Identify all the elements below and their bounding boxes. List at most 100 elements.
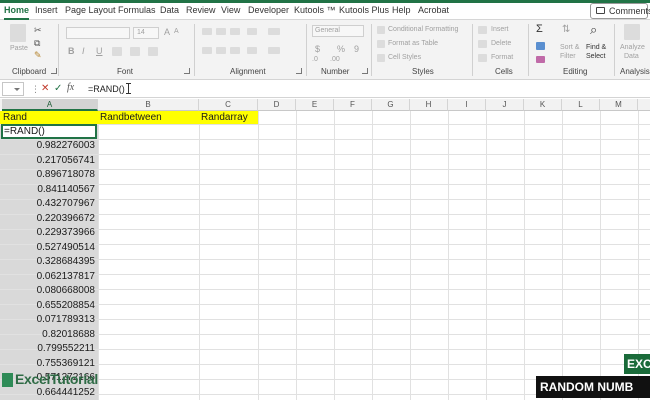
column-header-h[interactable]: H bbox=[410, 99, 448, 111]
header-cell-randbetween[interactable]: Randbetween bbox=[100, 112, 162, 124]
clear-icon[interactable] bbox=[536, 56, 545, 63]
analyze-data-button[interactable]: Analyze bbox=[620, 44, 645, 51]
currency-icon[interactable]: $ bbox=[315, 44, 320, 54]
fill-color-icon[interactable] bbox=[130, 47, 140, 56]
insert-function-icon[interactable]: fx bbox=[67, 83, 74, 93]
value-cell[interactable]: 0.220396672 bbox=[37, 213, 95, 225]
tab-help[interactable]: Help bbox=[392, 5, 411, 19]
value-cell[interactable]: 0.217056741 bbox=[37, 155, 95, 167]
merge-center-icon[interactable] bbox=[268, 47, 280, 54]
find-select-button[interactable]: Find & bbox=[586, 44, 606, 51]
align-right-icon[interactable] bbox=[230, 47, 240, 54]
autosum-icon[interactable]: Σ bbox=[536, 23, 543, 35]
value-cell[interactable]: 0.328684395 bbox=[37, 256, 95, 268]
cell-styles-button[interactable]: Cell Styles bbox=[388, 54, 421, 61]
column-header-k[interactable]: K bbox=[524, 99, 562, 111]
grow-font-icon[interactable]: A bbox=[164, 27, 170, 37]
font-color-icon[interactable] bbox=[148, 47, 158, 56]
align-center-icon[interactable] bbox=[216, 47, 226, 54]
conditional-formatting-button[interactable]: Conditional Formatting bbox=[388, 26, 458, 33]
column-header-e[interactable]: E bbox=[296, 99, 334, 111]
comments-button[interactable]: Comments bbox=[590, 3, 650, 19]
value-cell[interactable]: 0.071789313 bbox=[37, 314, 95, 326]
name-box[interactable] bbox=[2, 82, 24, 96]
value-cell[interactable]: 0.896718078 bbox=[37, 169, 95, 181]
indent-decrease-icon[interactable] bbox=[247, 47, 257, 54]
fill-icon[interactable] bbox=[536, 42, 545, 50]
number-format-select[interactable]: General bbox=[312, 25, 364, 37]
bold-button[interactable]: B bbox=[68, 46, 75, 56]
tab-kutools-plus[interactable]: Kutools Plus bbox=[339, 5, 389, 19]
cancel-formula-icon[interactable]: ✕ bbox=[41, 84, 49, 94]
tab-developer[interactable]: Developer bbox=[248, 5, 289, 19]
value-cell[interactable]: 0.062137817 bbox=[37, 271, 95, 283]
column-header-j[interactable]: J bbox=[486, 99, 524, 111]
header-cell-rand[interactable]: Rand bbox=[3, 112, 27, 124]
borders-icon[interactable] bbox=[112, 47, 122, 56]
value-cell[interactable]: 0.82018688 bbox=[42, 329, 95, 341]
sort-filter-button[interactable]: Sort & bbox=[560, 44, 579, 51]
value-cell[interactable]: 0.432707967 bbox=[37, 198, 95, 210]
align-top-icon[interactable] bbox=[202, 28, 212, 35]
value-cell[interactable]: 0.080668008 bbox=[37, 285, 95, 297]
align-bottom-icon[interactable] bbox=[230, 28, 240, 35]
font-name-select[interactable] bbox=[66, 27, 130, 39]
column-header-i[interactable]: I bbox=[448, 99, 486, 111]
alignment-launcher-icon[interactable] bbox=[296, 68, 302, 74]
format-painter-icon[interactable]: ✎ bbox=[34, 50, 42, 60]
tab-view[interactable]: View bbox=[221, 5, 240, 19]
column-header-g[interactable]: G bbox=[372, 99, 410, 111]
value-cell[interactable]: 0.755369121 bbox=[37, 358, 95, 370]
formula-input[interactable]: =RAND() bbox=[88, 84, 125, 94]
value-cell[interactable]: 0.982276003 bbox=[37, 140, 95, 152]
tab-formulas[interactable]: Formulas bbox=[118, 5, 156, 19]
delete-button[interactable]: Delete bbox=[491, 40, 511, 47]
font-size-select[interactable]: 14 bbox=[133, 27, 159, 39]
decrease-decimal-icon[interactable]: .00 bbox=[330, 56, 340, 63]
tab-kutools[interactable]: Kutools ™ bbox=[294, 5, 336, 19]
value-cell[interactable]: 0.841140567 bbox=[37, 184, 95, 196]
column-header-d[interactable]: D bbox=[258, 99, 296, 111]
value-cell[interactable]: 0.799552211 bbox=[37, 343, 95, 355]
column-header-m[interactable]: M bbox=[600, 99, 638, 111]
number-launcher-icon[interactable] bbox=[362, 68, 368, 74]
insert-button[interactable]: Insert bbox=[491, 26, 509, 33]
italic-button[interactable]: I bbox=[82, 46, 85, 56]
increase-decimal-icon[interactable]: .0 bbox=[312, 56, 318, 63]
format-as-table-button[interactable]: Format as Table bbox=[388, 40, 438, 47]
clipboard-launcher-icon[interactable] bbox=[51, 68, 57, 74]
active-cell[interactable]: =RAND() bbox=[1, 124, 97, 139]
cut-icon[interactable]: ✂ bbox=[34, 25, 42, 35]
align-left-icon[interactable] bbox=[202, 47, 212, 54]
column-header-n[interactable]: N bbox=[638, 99, 650, 111]
value-cell[interactable]: 0.655208854 bbox=[37, 300, 95, 312]
copy-icon[interactable]: ⧉ bbox=[34, 38, 40, 48]
column-header-c[interactable]: C bbox=[199, 99, 258, 111]
format-button[interactable]: Format bbox=[491, 54, 513, 61]
shrink-font-icon[interactable]: A bbox=[174, 28, 179, 35]
font-launcher-icon[interactable] bbox=[184, 68, 190, 74]
more-options-icon[interactable]: ⋮ bbox=[31, 84, 40, 94]
column-header-f[interactable]: F bbox=[334, 99, 372, 111]
column-header-b[interactable]: B bbox=[98, 99, 199, 111]
tab-page-layout[interactable]: Page Layout bbox=[65, 5, 116, 19]
tab-data[interactable]: Data bbox=[160, 5, 179, 19]
paste-button[interactable]: Paste bbox=[10, 45, 28, 52]
tab-home[interactable]: Home bbox=[4, 5, 30, 20]
column-header-a[interactable]: A bbox=[2, 99, 98, 111]
value-cell[interactable]: 0.229373966 bbox=[37, 227, 95, 239]
column-header-l[interactable]: L bbox=[562, 99, 600, 111]
comma-style-icon[interactable]: 9 bbox=[354, 44, 359, 54]
group-alignment-label: Alignment bbox=[230, 67, 266, 76]
tab-acrobat[interactable]: Acrobat bbox=[418, 5, 449, 19]
header-cell-randarray[interactable]: Randarray bbox=[201, 112, 248, 124]
enter-formula-icon[interactable]: ✓ bbox=[54, 84, 62, 94]
underline-button[interactable]: U bbox=[96, 46, 103, 56]
percent-icon[interactable]: % bbox=[337, 44, 345, 54]
value-cell[interactable]: 0.527490514 bbox=[37, 242, 95, 254]
tab-insert[interactable]: Insert bbox=[35, 5, 58, 19]
orientation-icon[interactable] bbox=[247, 28, 257, 35]
wrap-text-icon[interactable] bbox=[268, 28, 280, 35]
tab-review[interactable]: Review bbox=[186, 5, 216, 19]
align-middle-icon[interactable] bbox=[216, 28, 226, 35]
